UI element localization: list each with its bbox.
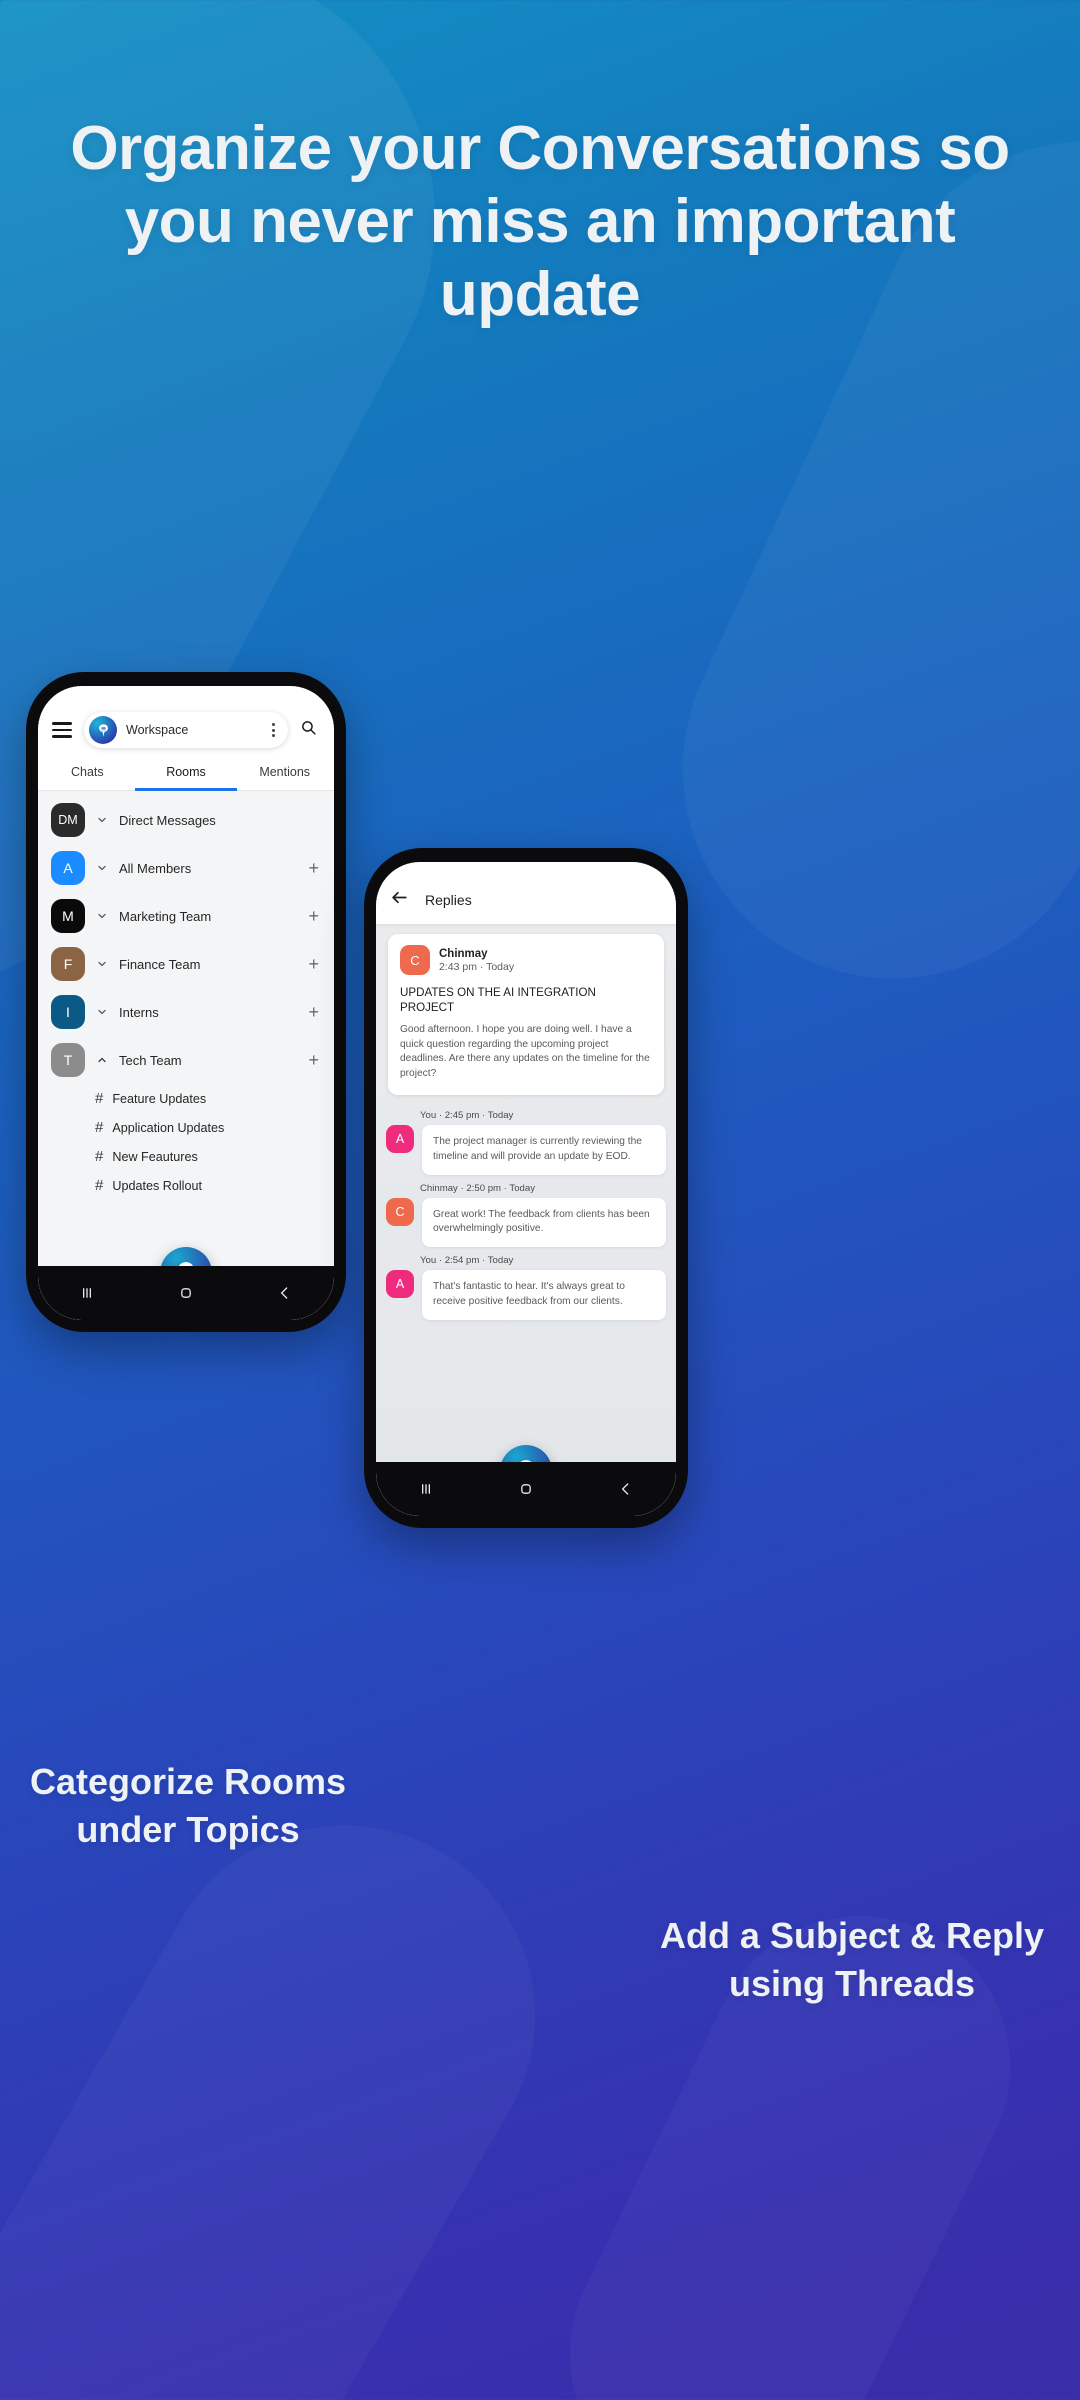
replies-thread: C Chinmay 2:43 pm · Today UPDATES ON THE… [376, 924, 676, 1470]
room-row[interactable]: T Tech Team + [38, 1036, 334, 1084]
add-room-icon[interactable]: + [308, 1051, 321, 1069]
reply-meta: Chinmay · 2:50 pm · Today [420, 1182, 535, 1194]
caption-left: Categorize Rooms under Topics [29, 1761, 347, 1850]
parent-message-card[interactable]: C Chinmay 2:43 pm · Today UPDATES ON THE… [388, 934, 664, 1095]
channel-row[interactable]: # Updates Rollout [38, 1171, 334, 1200]
channel-row[interactable]: # New Feautures [38, 1142, 334, 1171]
reply-row[interactable]: C Great work! The feedback from clients … [386, 1197, 666, 1248]
message-subject: UPDATES ON THE AI INTEGRATION PROJECT [400, 986, 596, 1015]
avatar: T [51, 1043, 85, 1077]
chevron-down-icon[interactable] [94, 910, 110, 922]
chevron-up-icon[interactable] [94, 1054, 110, 1066]
avatar: A [386, 1270, 414, 1299]
reply-text: That's fantastic to hear. It's always gr… [422, 1270, 666, 1320]
avatar: DM [51, 803, 85, 837]
phone1-topbar: Workspace [38, 686, 334, 754]
avatar: I [51, 995, 85, 1029]
reply-row[interactable]: A That's fantastic to hear. It's always … [386, 1270, 666, 1320]
phone1-screen: Workspace Chats Rooms Mentions DM Direct… [38, 686, 334, 1320]
reply-text: Great work! The feedback from clients ha… [422, 1197, 666, 1248]
message-body: Good afternoon. I hope you are doing wel… [400, 1023, 650, 1080]
recents-icon[interactable] [77, 1283, 97, 1303]
reply-meta: You · 2:54 pm · Today [420, 1255, 514, 1267]
phone2-app: Replies C Chinmay 2:43 pm · Today UPDATE… [376, 862, 676, 1516]
channel-label: New Feautures [112, 1149, 198, 1164]
workspace-logo-icon [89, 716, 117, 744]
avatar: A [51, 851, 85, 885]
room-row[interactable]: I Interns + [38, 988, 334, 1036]
rooms-list: DM Direct Messages A All Members + M Mar… [38, 791, 334, 1272]
phone2-system-nav [376, 1462, 676, 1516]
room-label: Interns [119, 1004, 159, 1020]
back-icon[interactable] [275, 1283, 295, 1303]
channel-label: Updates Rollout [112, 1178, 202, 1193]
chevron-down-icon[interactable] [94, 1006, 110, 1018]
avatar: C [386, 1197, 414, 1226]
phone1-system-nav [38, 1266, 334, 1320]
chevron-down-icon[interactable] [94, 958, 110, 970]
parent-message-header: C Chinmay 2:43 pm · Today [400, 945, 652, 975]
caption-right: Add a Subject & Reply using Threads [659, 1915, 1045, 2004]
home-circle-icon[interactable] [176, 1283, 196, 1303]
message-timestamp: 2:43 pm · Today [439, 960, 515, 973]
room-label: All Members [119, 860, 192, 876]
page-headline: Organize your Conversations so you never… [70, 114, 1010, 330]
room-row[interactable]: M Marketing Team + [38, 892, 334, 940]
avatar: C [400, 945, 430, 975]
phone1-tabs: Chats Rooms Mentions [38, 754, 334, 791]
add-room-icon[interactable]: + [308, 1003, 321, 1021]
room-label: Tech Team [119, 1052, 182, 1068]
chevron-down-icon[interactable] [94, 862, 110, 874]
hamburger-menu-icon[interactable] [52, 722, 72, 738]
room-row[interactable]: F Finance Team + [38, 940, 334, 988]
hash-icon: # [95, 1119, 104, 1136]
reply-meta: You · 2:45 pm · Today [420, 1109, 514, 1121]
page-title: Replies [425, 892, 472, 908]
hash-icon: # [95, 1148, 104, 1165]
recents-icon[interactable] [416, 1479, 436, 1499]
kebab-menu-icon[interactable] [267, 723, 280, 737]
hash-icon: # [95, 1177, 104, 1194]
room-label: Marketing Team [119, 908, 212, 924]
tab-mentions[interactable]: Mentions [235, 754, 334, 790]
hash-icon: # [95, 1090, 104, 1107]
back-icon[interactable] [616, 1479, 636, 1499]
home-circle-icon[interactable] [516, 1479, 536, 1499]
add-room-icon[interactable]: + [308, 955, 321, 973]
channel-label: Feature Updates [112, 1091, 207, 1106]
phone-mockup-rooms: Workspace Chats Rooms Mentions DM Direct… [26, 672, 346, 1332]
reply-row[interactable]: A The project manager is currently revie… [386, 1124, 666, 1175]
add-room-icon[interactable]: + [308, 859, 321, 877]
tab-chats[interactable]: Chats [38, 754, 137, 790]
chevron-down-icon[interactable] [94, 814, 110, 826]
avatar: M [51, 899, 85, 933]
phone-mockup-replies: Replies C Chinmay 2:43 pm · Today UPDATE… [364, 848, 688, 1528]
add-room-icon[interactable]: + [308, 907, 321, 925]
phone1-app: Workspace Chats Rooms Mentions DM Direct… [38, 686, 334, 1320]
phone2-topbar: Replies [376, 862, 676, 924]
room-row[interactable]: A All Members + [38, 844, 334, 892]
workspace-name: Workspace [126, 723, 189, 737]
tab-rooms[interactable]: Rooms [137, 754, 236, 790]
avatar: F [51, 947, 85, 981]
channel-row[interactable]: # Feature Updates [38, 1084, 334, 1113]
search-icon[interactable] [300, 719, 320, 741]
channel-row[interactable]: # Application Updates [38, 1113, 334, 1142]
channel-label: Application Updates [112, 1120, 225, 1135]
workspace-selector[interactable]: Workspace [84, 712, 288, 748]
back-arrow-icon[interactable] [390, 888, 409, 912]
room-label: Finance Team [119, 956, 201, 972]
room-label: Direct Messages [119, 812, 216, 828]
avatar: A [386, 1124, 414, 1153]
room-row[interactable]: DM Direct Messages [38, 796, 334, 844]
reply-text: The project manager is currently reviewi… [422, 1124, 666, 1175]
phone2-screen: Replies C Chinmay 2:43 pm · Today UPDATE… [376, 862, 676, 1516]
message-author: Chinmay [439, 947, 488, 960]
